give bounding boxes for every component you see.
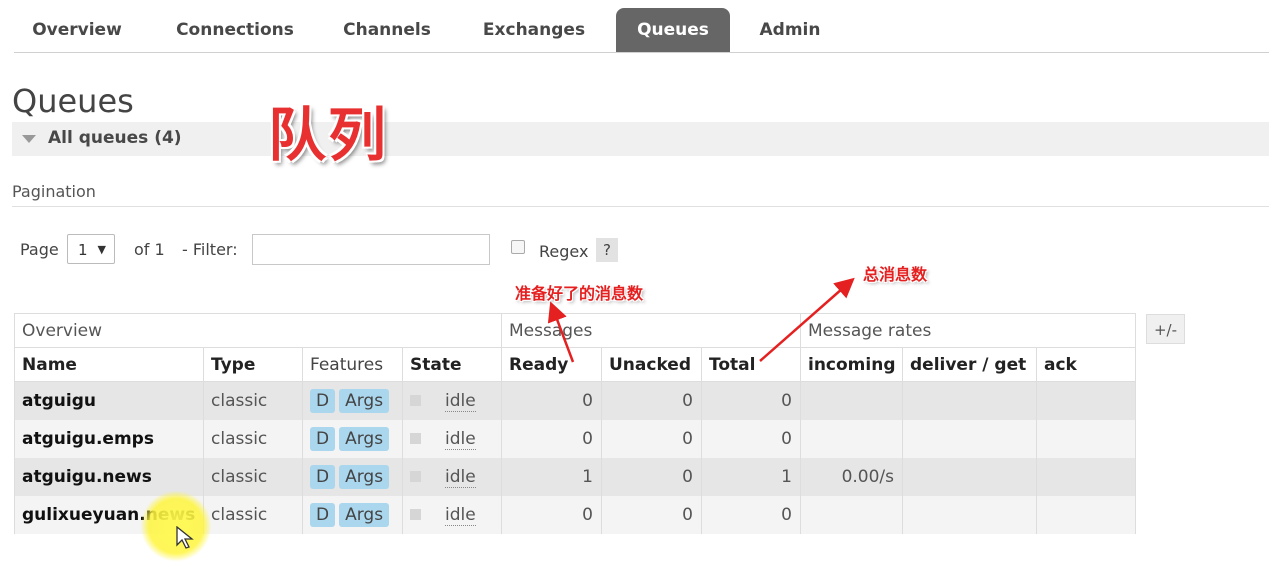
table-row: atguigu.emps classic D Args idle 0 0 0 xyxy=(14,419,1136,458)
ack-rate xyxy=(1036,457,1136,496)
col-deliver-get[interactable]: deliver / get xyxy=(902,347,1037,382)
queue-type: classic xyxy=(203,381,303,420)
incoming-rate: 0.00/s xyxy=(800,457,903,496)
feature-args-badge: Args xyxy=(339,388,390,413)
queue-name-link[interactable]: atguigu xyxy=(14,381,204,420)
incoming-rate xyxy=(800,495,903,534)
ack-rate xyxy=(1036,381,1136,420)
tab-exchanges[interactable]: Exchanges xyxy=(474,8,594,52)
group-messages: Messages xyxy=(501,313,801,348)
ack-rate xyxy=(1036,495,1136,534)
feature-args-badge: Args xyxy=(339,502,390,527)
table-row: atguigu.news classic D Args idle 1 0 1 0.… xyxy=(14,457,1136,496)
col-ack[interactable]: ack xyxy=(1036,347,1136,382)
queue-features: D Args xyxy=(302,457,403,496)
table-row: atguigu classic D Args idle 0 0 0 xyxy=(14,381,1136,420)
pagination-divider xyxy=(12,206,1269,207)
tab-overview[interactable]: Overview xyxy=(22,8,132,52)
total-count: 1 xyxy=(701,457,801,496)
ready-count: 0 xyxy=(501,419,602,458)
queue-name-link[interactable]: atguigu.news xyxy=(14,457,204,496)
queue-features: D Args xyxy=(302,419,403,458)
page-title: Queues xyxy=(12,82,134,120)
state-square-icon xyxy=(410,471,421,482)
tab-admin[interactable]: Admin xyxy=(750,8,830,52)
state-square-icon xyxy=(410,433,421,444)
total-count: 0 xyxy=(701,381,801,420)
page-of-label: of 1 xyxy=(134,240,165,259)
feature-durable-badge: D xyxy=(310,464,336,489)
ready-count: 0 xyxy=(501,381,602,420)
queue-type: classic xyxy=(203,457,303,496)
feature-durable-badge: D xyxy=(310,502,336,527)
deliver-get-rate xyxy=(902,495,1037,534)
overlay-title: 队列 xyxy=(268,101,389,169)
page-label: Page xyxy=(20,240,59,259)
pagination-heading: Pagination xyxy=(12,182,96,201)
deliver-get-rate xyxy=(902,419,1037,458)
queue-features: D Args xyxy=(302,381,403,420)
regex-label: Regex xyxy=(539,242,589,261)
col-state[interactable]: State xyxy=(402,347,502,382)
queue-features: D Args xyxy=(302,495,403,534)
queue-name-link[interactable]: atguigu.emps xyxy=(14,419,204,458)
dropdown-caret-icon: ▼ xyxy=(97,243,106,256)
total-count: 0 xyxy=(701,419,801,458)
queue-state: idle xyxy=(402,419,502,458)
queue-state: idle xyxy=(402,495,502,534)
state-label: idle xyxy=(445,428,476,450)
feature-durable-badge: D xyxy=(310,426,336,451)
unacked-count: 0 xyxy=(601,381,702,420)
col-unacked[interactable]: Unacked xyxy=(601,347,702,382)
queue-state: idle xyxy=(402,381,502,420)
ready-count: 0 xyxy=(501,495,602,534)
incoming-rate xyxy=(800,381,903,420)
all-queues-label: All queues (4) xyxy=(48,128,182,148)
tab-channels[interactable]: Channels xyxy=(332,8,442,52)
ready-count: 1 xyxy=(501,457,602,496)
feature-args-badge: Args xyxy=(339,464,390,489)
unacked-count: 0 xyxy=(601,495,702,534)
col-type[interactable]: Type xyxy=(203,347,303,382)
queue-type: classic xyxy=(203,419,303,458)
group-message-rates: Message rates xyxy=(800,313,1136,348)
nav-tabbar: Overview Connections Channels Exchanges … xyxy=(14,0,1269,53)
filter-label: - Filter: xyxy=(182,240,238,259)
unacked-count: 0 xyxy=(601,419,702,458)
incoming-rate xyxy=(800,419,903,458)
col-total[interactable]: Total xyxy=(701,347,801,382)
queue-type: classic xyxy=(203,495,303,534)
collapse-arrow-icon xyxy=(22,135,36,143)
page-select-value: 1 xyxy=(78,241,88,259)
group-overview: Overview xyxy=(14,313,502,348)
feature-args-badge: Args xyxy=(339,426,390,451)
annotation-ready: 准备好了的消息数 xyxy=(515,284,644,303)
ack-rate xyxy=(1036,419,1136,458)
feature-durable-badge: D xyxy=(310,388,336,413)
state-label: idle xyxy=(445,504,476,526)
mouse-pointer-icon xyxy=(176,526,194,549)
col-name[interactable]: Name xyxy=(14,347,204,382)
state-label: idle xyxy=(445,466,476,488)
col-incoming[interactable]: incoming xyxy=(800,347,903,382)
col-ready[interactable]: Ready xyxy=(501,347,602,382)
column-toggle-button[interactable]: +/- xyxy=(1146,314,1185,344)
queue-state: idle xyxy=(402,457,502,496)
state-square-icon xyxy=(410,395,421,407)
tab-connections[interactable]: Connections xyxy=(162,8,308,52)
state-label: idle xyxy=(445,390,476,412)
tab-queues[interactable]: Queues xyxy=(616,8,730,52)
unacked-count: 0 xyxy=(601,457,702,496)
annotation-total: 总消息数 xyxy=(863,265,928,284)
deliver-get-rate xyxy=(902,457,1037,496)
filter-input[interactable] xyxy=(252,234,490,265)
regex-checkbox[interactable] xyxy=(511,240,525,254)
col-features: Features xyxy=(302,347,403,382)
deliver-get-rate xyxy=(902,381,1037,420)
page-select[interactable]: 1 ▼ xyxy=(67,234,115,264)
total-count: 0 xyxy=(701,495,801,534)
all-queues-toggle[interactable]: All queues (4) xyxy=(12,122,1269,156)
regex-help-button[interactable]: ? xyxy=(596,238,618,262)
state-square-icon xyxy=(410,509,421,520)
